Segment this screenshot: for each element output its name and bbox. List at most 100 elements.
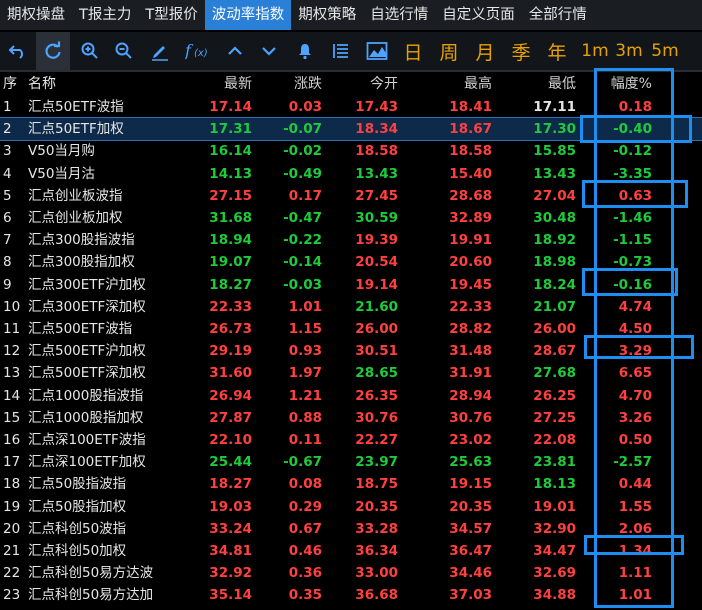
table-row[interactable]: 3 V50当月购 16.14 -0.02 18.58 18.58 15.85 -0.12	[0, 140, 702, 162]
row-last-value: 16.14	[209, 143, 252, 160]
table-row[interactable]: 12 汇点500ETF沪加权 29.19 0.93 30.51 31.48 28.67 3.2…	[0, 340, 702, 362]
pen-draw-icon[interactable]	[144, 32, 176, 70]
tab-option-trading[interactable]: 期权操盘	[0, 0, 72, 30]
row-high-value: 20.60	[449, 254, 492, 271]
row-low-value: 18.13	[533, 476, 576, 493]
table-row[interactable]: 21 汇点科创50加权 34.81 0.46 36.34 36.47 34.47 1.34	[0, 540, 702, 562]
row-chg-value: 0.29	[288, 498, 322, 515]
table-row[interactable]: 20 汇点科创50波指 33.24 0.67 33.28 34.57 32.90 2.06	[0, 518, 702, 540]
chevron-down-icon[interactable]	[254, 32, 284, 70]
table-row[interactable]: 23 汇点科创50易方达加 35.14 0.35 36.68 37.03 34.88 1.01	[0, 584, 702, 606]
table-row[interactable]: 18 汇点50股指波指 18.27 0.08 18.75 19.15 18.13 0.44	[0, 473, 702, 495]
tab-t-quote[interactable]: T型报价	[138, 0, 204, 30]
period-quarter-button[interactable]: 季	[506, 32, 536, 70]
tab-t-report-main[interactable]: T报主力	[72, 0, 138, 30]
row-last-value: 19.07	[209, 254, 252, 271]
tab-option-strategy[interactable]: 期权策略	[291, 0, 363, 30]
row-index: 12	[3, 343, 21, 360]
row-index: 9	[3, 276, 12, 293]
row-open-value: 22.27	[355, 432, 398, 448]
row-low-value: 27.68	[533, 365, 576, 382]
table-row[interactable]: 5 汇点创业板波指 27.15 0.17 27.45 28.68 27.04 0.63	[0, 185, 702, 207]
row-last-value: 18.27	[209, 476, 252, 493]
tab-all-quotes[interactable]: 全部行情	[522, 0, 594, 30]
table-row[interactable]: 14 汇点1000股指波指 26.94 1.21 26.35 28.94 26.25 4.70	[0, 385, 702, 407]
row-open-value: 18.58	[355, 143, 398, 160]
row-chg-value: -0.03	[283, 276, 322, 293]
table-row[interactable]: 19 汇点50股指加权 19.03 0.29 20.35 20.35 19.01 1.55	[0, 496, 702, 518]
table-row[interactable]: 16 汇点深100ETF波指 22.10 0.11 22.27 23.02 22.08 0.5…	[0, 429, 702, 451]
row-open-value: 33.00	[355, 565, 398, 582]
row-chg-value: 1.01	[288, 298, 322, 315]
table-row[interactable]: 7 汇点300股指波指 18.94 -0.22 19.39 19.91 18.92 -1.15	[0, 229, 702, 251]
period-day-button[interactable]: 日	[398, 32, 428, 70]
row-last-value: 18.94	[209, 232, 252, 249]
table-row[interactable]: 1 汇点50ETF波指 17.14 0.03 17.43 18.41 17.11 0.18	[0, 96, 702, 118]
row-high-value: 19.15	[449, 476, 492, 493]
refresh-icon[interactable]	[36, 32, 70, 70]
col-header-index[interactable]: 序	[3, 72, 25, 96]
table-row[interactable]: 10 汇点300ETF深加权 22.33 1.01 21.60 22.33 21.07 4.7…	[0, 296, 702, 318]
row-last-value: 31.60	[209, 365, 252, 382]
table-row[interactable]: 4 V50当月沽 14.13 -0.49 13.43 15.40 13.43 -3.35	[0, 163, 702, 185]
table-row[interactable]: 2 汇点50ETF加权 17.31 -0.07 18.34 18.67 17.30 -0.40	[0, 117, 702, 142]
period-month-button[interactable]: 月	[470, 32, 500, 70]
table-row[interactable]: 22 汇点科创50易方达波 32.92 0.36 33.00 34.46 32.69 1.11	[0, 562, 702, 584]
period-3m-button[interactable]: 3m	[614, 32, 644, 70]
row-amp-value: 3.29	[618, 343, 652, 360]
col-header-change[interactable]: 涨跌	[258, 72, 322, 96]
alert-bell-icon[interactable]	[290, 32, 320, 70]
chevron-up-icon[interactable]	[220, 32, 250, 70]
row-last-value: 27.15	[209, 187, 252, 204]
row-index: 1	[3, 99, 12, 115]
zoom-in-icon[interactable]	[74, 32, 106, 70]
period-1m-button[interactable]: 1m	[580, 32, 610, 70]
table-row[interactable]: 17 汇点深100ETF加权 25.44 -0.67 23.97 25.63 23.81 -2…	[0, 451, 702, 473]
row-name: 汇点50股指加权	[28, 498, 127, 515]
row-name: 汇点科创50易方达加	[28, 587, 154, 604]
row-name: 汇点深100ETF波指	[28, 432, 146, 448]
table-row[interactable]: 8 汇点300股指加权 19.07 -0.14 20.54 20.60 18.98 -0.73	[0, 251, 702, 273]
row-name: 汇点科创50易方达波	[28, 565, 154, 582]
chart-image-icon[interactable]	[362, 32, 392, 70]
col-header-high[interactable]: 最高	[420, 72, 492, 96]
row-last-value: 17.14	[209, 99, 252, 115]
col-header-low[interactable]: 最低	[510, 72, 576, 96]
col-header-name[interactable]: 名称	[28, 72, 213, 96]
period-5m-button[interactable]: 5m	[650, 32, 680, 70]
tab-watchlist[interactable]: 自选行情	[363, 0, 435, 30]
row-high-value: 34.46	[449, 565, 492, 582]
row-name: 汇点科创50波指	[28, 520, 127, 537]
row-low-value: 34.47	[533, 543, 576, 559]
tab-custom-page[interactable]: 自定义页面	[435, 0, 522, 30]
row-low-value: 19.01	[533, 498, 576, 515]
row-open-value: 17.43	[355, 99, 398, 115]
table-row[interactable]: 6 汇点创业板加权 31.68 -0.47 30.59 32.89 30.48 -1.46	[0, 207, 702, 229]
table-row[interactable]: 9 汇点300ETF沪加权 18.27 -0.03 19.14 19.45 18.24 -0.…	[0, 274, 702, 296]
row-index: 16	[3, 432, 21, 448]
period-week-button[interactable]: 周	[434, 32, 464, 70]
formula-fx-icon[interactable]: f (x)	[180, 32, 216, 70]
row-low-value: 28.67	[533, 343, 576, 360]
tab-volatility-index[interactable]: 波动率指数	[204, 0, 292, 30]
row-low-value: 21.07	[533, 298, 576, 315]
col-header-amplitude[interactable]: 幅度%	[580, 72, 652, 96]
undo-icon[interactable]	[2, 32, 34, 70]
row-amp-value: 6.65	[618, 365, 652, 382]
table-row[interactable]: 11 汇点500ETF波指 26.73 1.15 26.00 28.82 26.00 4.50	[0, 318, 702, 340]
col-header-last[interactable]: 最新	[190, 72, 252, 96]
zoom-out-icon[interactable]	[108, 32, 140, 70]
row-amp-value: -0.73	[613, 254, 652, 271]
table-row[interactable]: 13 汇点500ETF深加权 31.60 1.97 28.65 31.91 27.68 6.6…	[0, 362, 702, 384]
row-chg-value: -0.67	[283, 454, 322, 471]
row-chg-value: 0.11	[288, 432, 322, 448]
row-low-value: 22.08	[533, 432, 576, 448]
row-index: 7	[3, 232, 12, 249]
col-header-open[interactable]: 今开	[330, 72, 398, 96]
list-view-icon[interactable]	[326, 32, 356, 70]
row-last-value: 35.14	[209, 587, 252, 604]
row-low-value: 34.88	[533, 587, 576, 604]
period-year-button[interactable]: 年	[542, 32, 572, 70]
table-row[interactable]: 15 汇点1000股指加权 27.87 0.88 30.76 30.76 27.25 3.26	[0, 407, 702, 429]
row-last-value: 33.24	[209, 520, 252, 537]
